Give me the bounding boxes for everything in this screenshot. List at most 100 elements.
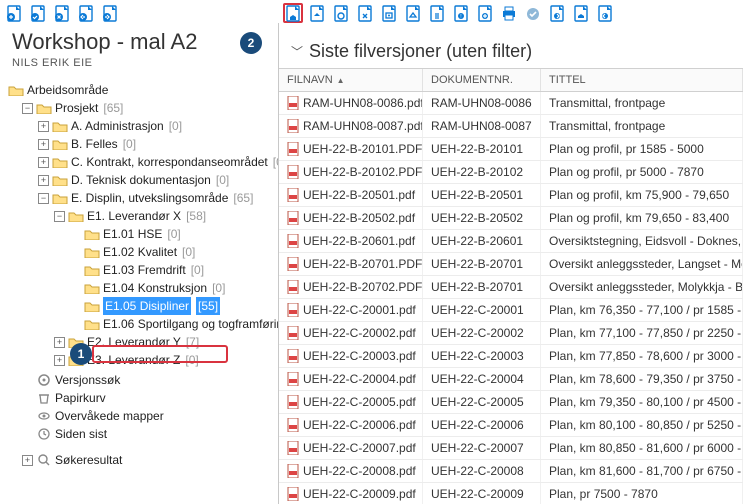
tb-r2-icon[interactable] [307,3,327,23]
table-row[interactable]: UEH-22-B-20601.pdfUEH-22-B-20601Oversikt… [279,230,743,253]
table-row[interactable]: UEH-22-B-20102.PDFUEH-22-B-20102Plan og … [279,161,743,184]
tree-sokeresultat[interactable]: +Søkeresultat [4,451,278,469]
cell-filnavn: UEH-22-B-20601.pdf [279,230,423,252]
tree-e3[interactable]: +E3. Leverandør Z[0] [4,351,278,369]
pdf-icon [287,188,299,202]
expand-icon[interactable]: + [38,121,49,132]
tree-e103[interactable]: E1.03 Fremdrift [0] [4,261,278,279]
tree-count: [65] [233,189,253,207]
table-row[interactable]: UEH-22-C-20004.pdfUEH-22-C-20004Plan, km… [279,368,743,391]
cell-filnavn: UEH-22-C-20006.pdf [279,414,423,436]
tree-e101[interactable]: E1.01 HSE[0] [4,225,278,243]
tb-r12-icon[interactable] [547,3,567,23]
cell-filnavn: UEH-22-C-20002.pdf [279,322,423,344]
tb-r13-icon[interactable] [571,3,591,23]
tree-project[interactable]: − Prosjekt [65] [4,99,278,117]
tree-count: [0] [273,153,278,171]
table-row[interactable]: UEH-22-C-20002.pdfUEH-22-C-20002Plan, km… [279,322,743,345]
tb-r14-icon[interactable] [595,3,615,23]
tree-e104[interactable]: E1.04 Konstruksjon [0] [4,279,278,297]
expand-icon[interactable]: + [54,337,65,348]
tree-label: E1.05 Disipliner [103,297,191,315]
tree-d[interactable]: +D. Teknisk dokumentasjon[0] [4,171,278,189]
collapse-icon[interactable]: − [54,211,65,222]
expand-icon[interactable]: + [38,157,49,168]
tree-label: Prosjekt [55,99,98,117]
tb-print-icon[interactable] [499,3,519,23]
table-row[interactable]: UEH-22-C-20005.pdfUEH-22-C-20005Plan, km… [279,391,743,414]
collapse-icon[interactable]: − [22,103,33,114]
pdf-icon [287,257,299,271]
tb-check-icon[interactable] [523,3,543,23]
table-row[interactable]: RAM-UHN08-0086.pdfRAM-UHN08-0086Transmit… [279,92,743,115]
tree-count: [0] [216,171,229,189]
tb-r7-icon[interactable] [427,3,447,23]
cell-dokumentnr: UEH-22-B-20501 [423,184,541,206]
col-tittel[interactable]: TITTEL [541,69,743,91]
tree-sidensist[interactable]: Siden sist [4,425,278,443]
tree-e1[interactable]: −E1. Leverandør X[58] [4,207,278,225]
tree-count: [0] [212,279,225,297]
tree-root[interactable]: Arbeidsområde [4,81,278,99]
tb-r9-icon[interactable] [475,3,495,23]
tree-e106[interactable]: E1.06 Sportilgang og togframføring [4,315,278,333]
cell-filnavn: UEH-22-C-20004.pdf [279,368,423,390]
tree-label: E1. Leverandør X [87,207,181,225]
table-row[interactable]: UEH-22-B-20501.pdfUEH-22-B-20501Plan og … [279,184,743,207]
table-row[interactable]: UEH-22-C-20008.pdfUEH-22-C-20008Plan, km… [279,460,743,483]
expand-icon[interactable]: + [38,139,49,150]
table-row[interactable]: UEH-22-B-20702.PDFUEH-22-B-20701Oversikt… [279,276,743,299]
table-row[interactable]: UEH-22-B-20101.PDFUEH-22-B-20101Plan og … [279,138,743,161]
collapse-icon[interactable]: − [38,193,49,204]
tree-label: E1.04 Konstruksjon [103,279,207,297]
cell-tittel: Plan, km 77,850 - 78,600 / pr 3000 - 37… [541,345,743,367]
table-row[interactable]: UEH-22-C-20006.pdfUEH-22-C-20006Plan, km… [279,414,743,437]
table-row[interactable]: UEH-22-B-20502.pdfUEH-22-B-20502Plan og … [279,207,743,230]
table-row[interactable]: RAM-UHN08-0087.pdfRAM-UHN08-0087Transmit… [279,115,743,138]
table-row[interactable]: UEH-22-C-20001.pdfUEH-22-C-20001Plan, km… [279,299,743,322]
cell-filnavn: UEH-22-B-20502.pdf [279,207,423,229]
table-row[interactable]: UEH-22-B-20701.PDFUEH-22-B-20701Oversikt… [279,253,743,276]
expand-icon[interactable]: + [22,455,33,466]
tree-e105[interactable]: E1.05 Disipliner[55] [4,297,278,315]
tb-doc1-icon[interactable] [4,3,24,23]
tree-versjonssok[interactable]: Versjonssøk [4,371,278,389]
tree-label: E3. Leverandør Z [87,351,180,369]
tb-r3-icon[interactable] [331,3,351,23]
list-header[interactable]: ﹀ Siste filversjoner (uten filter) [279,23,743,68]
tree-c[interactable]: +C. Kontrakt, korrespondanseområdet[0] [4,153,278,171]
table-row[interactable]: UEH-22-C-20003.pdfUEH-22-C-20003Plan, km… [279,345,743,368]
tree-label: E1.02 Kvalitet [103,243,177,261]
table-row[interactable]: UEH-22-C-20007.pdfUEH-22-C-20007Plan, km… [279,437,743,460]
tb-r8-icon[interactable]: ! [451,3,471,23]
table-row[interactable]: UEH-22-C-20009.pdfUEH-22-C-20009Plan, pr… [279,483,743,504]
tree-a[interactable]: +A. Administrasjon[0] [4,117,278,135]
cell-tittel: Plan, km 76,350 - 77,100 / pr 1585 - 22… [541,299,743,321]
cell-tittel: Oversikt anleggssteder, Molykkja - Br… [541,276,743,298]
tree-e2[interactable]: +E2. Leverandør Y[7] [4,333,278,351]
tree-count: [0] [123,135,136,153]
tb-doc4-icon[interactable] [76,3,96,23]
expand-icon[interactable]: + [54,355,65,366]
tree-e[interactable]: −E. Displin, utvekslingsområde[65] [4,189,278,207]
tree-papirkurv[interactable]: Papirkurv [4,389,278,407]
tb-r4-icon[interactable] [355,3,375,23]
tb-home-icon[interactable] [283,3,303,23]
cell-dokumentnr: UEH-22-C-20006 [423,414,541,436]
tb-doc3-icon[interactable] [52,3,72,23]
tb-r6-icon[interactable] [403,3,423,23]
tree-count: [0] [191,261,204,279]
tree-overvakede[interactable]: Overvåkede mapper [4,407,278,425]
col-filnavn[interactable]: FILNAVN▲ [279,69,423,91]
tree-label: E1.03 Fremdrift [103,261,186,279]
pdf-icon [287,165,299,179]
tree-e102[interactable]: E1.02 Kvalitet[0] [4,243,278,261]
tb-doc5-icon[interactable] [100,3,120,23]
tb-r5-icon[interactable] [379,3,399,23]
tb-doc2-icon[interactable] [28,3,48,23]
cell-filnavn: UEH-22-C-20003.pdf [279,345,423,367]
expand-icon[interactable]: + [38,175,49,186]
tree-b[interactable]: +B. Felles[0] [4,135,278,153]
cell-tittel: Plan, km 77,100 - 77,850 / pr 2250 - 30… [541,322,743,344]
col-dokumentnr[interactable]: DOKUMENTNR. [423,69,541,91]
